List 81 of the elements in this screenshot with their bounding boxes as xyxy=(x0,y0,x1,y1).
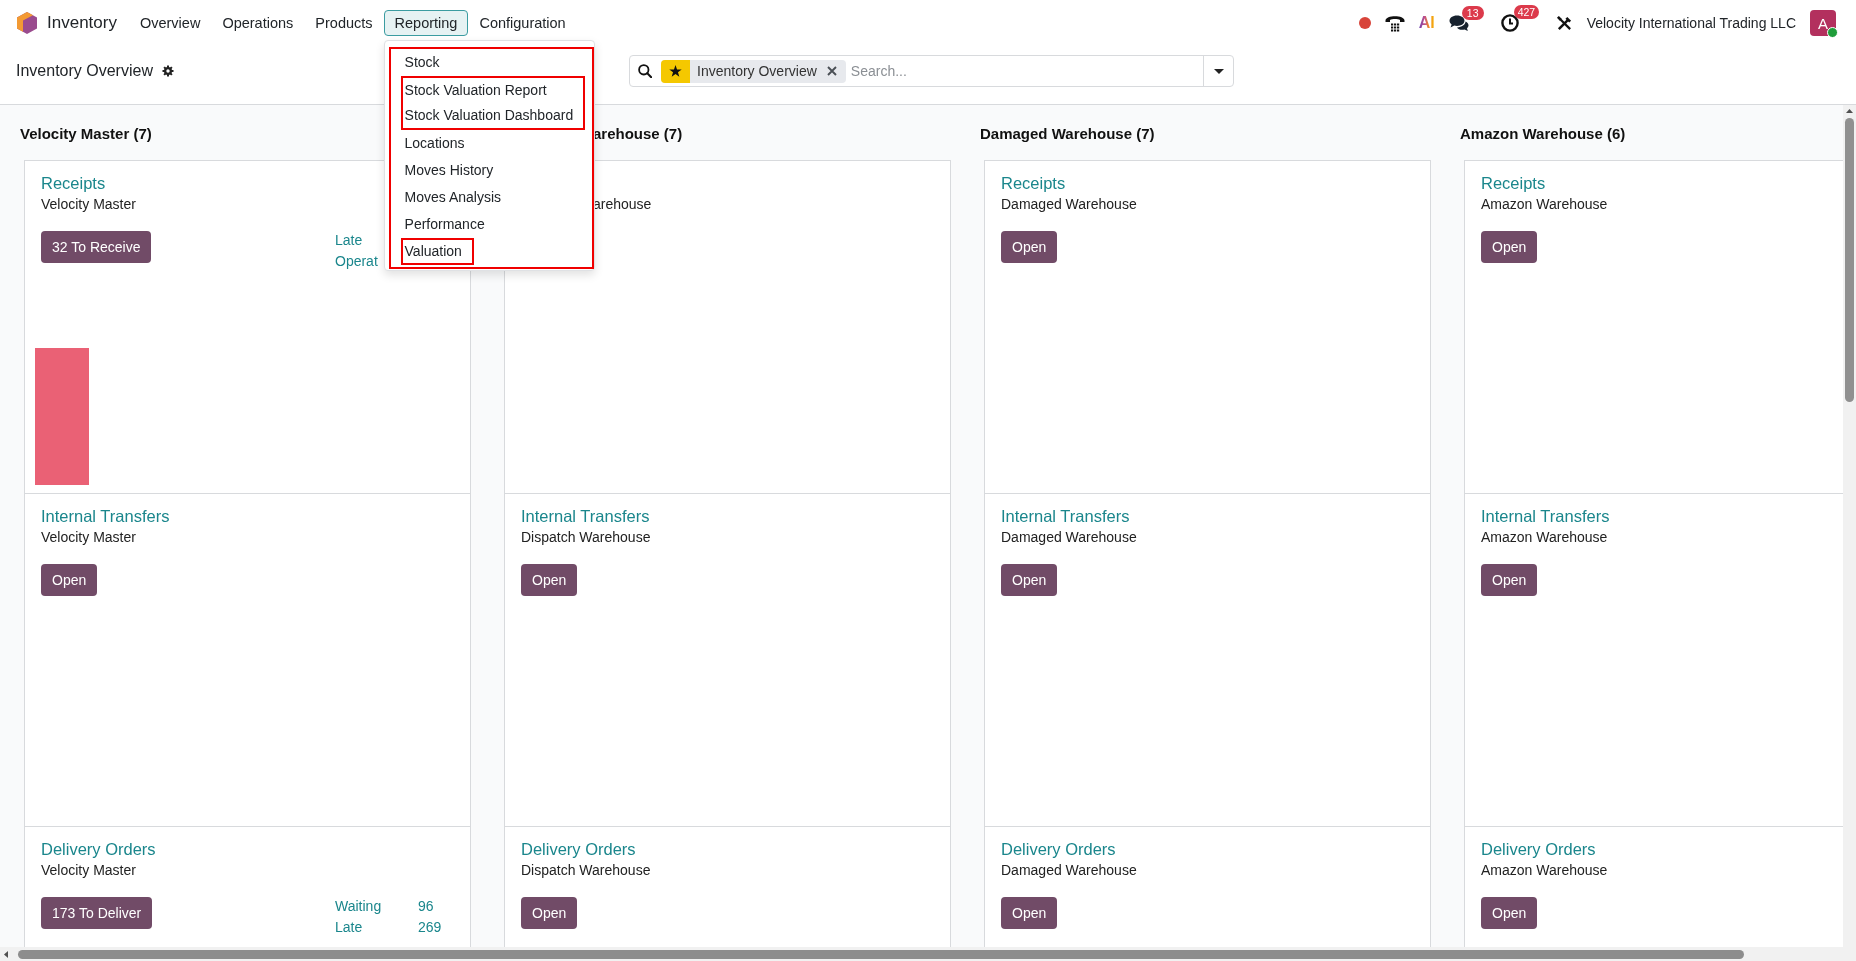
search-input[interactable]: Search... xyxy=(845,57,1203,85)
warehouse-name: Damaged Warehouse xyxy=(1001,195,1137,214)
nav-menu-item[interactable]: Configuration xyxy=(468,10,577,36)
operation-type-link[interactable]: Delivery Orders xyxy=(521,838,636,860)
warehouse-name: Amazon Warehouse xyxy=(1481,195,1608,214)
vertical-scrollbar[interactable] xyxy=(1843,105,1856,947)
operation-type-link[interactable]: Receipts xyxy=(1001,172,1066,194)
stat-count[interactable]: 96 xyxy=(418,896,454,917)
action-button[interactable]: Open xyxy=(1481,564,1538,596)
chat-icon[interactable] xyxy=(1448,14,1469,32)
stat-link[interactable]: Late xyxy=(335,917,418,938)
user-avatar[interactable]: A xyxy=(1810,10,1836,36)
scroll-up-icon[interactable] xyxy=(1846,109,1853,113)
warehouse-name: Velocity Master xyxy=(41,861,136,880)
warehouse-name: Dispatch Warehouse xyxy=(521,861,651,880)
action-button[interactable]: Open xyxy=(1001,564,1058,596)
dot-icon[interactable] xyxy=(1358,17,1371,29)
dropdown-item[interactable]: Stock Valuation Report xyxy=(404,78,574,103)
operation-type-link[interactable]: Delivery Orders xyxy=(41,838,156,860)
phone-icon[interactable] xyxy=(1384,14,1405,32)
action-button[interactable]: Open xyxy=(521,897,578,929)
stat-link[interactable]: Waiting xyxy=(335,896,418,917)
dropdown-item[interactable]: Stock xyxy=(390,49,592,76)
close-icon[interactable] xyxy=(826,66,837,76)
warehouse-name: Amazon Warehouse xyxy=(1481,861,1608,880)
page-title[interactable]: Inventory Overview xyxy=(16,62,153,80)
gear-icon[interactable] xyxy=(161,65,174,77)
company-name[interactable]: Velocity International Trading LLC xyxy=(1586,15,1796,31)
app-name[interactable]: Inventory xyxy=(47,13,117,33)
warehouse-name: Damaged Warehouse xyxy=(1001,861,1137,880)
dropdown-item[interactable]: Performance xyxy=(390,211,592,238)
operation-type-link[interactable]: Internal Transfers xyxy=(41,505,170,527)
caret-icon xyxy=(1213,68,1224,74)
action-button[interactable]: Open xyxy=(1001,231,1058,263)
action-button[interactable]: Open xyxy=(1481,231,1538,263)
warehouse-name: arehouse xyxy=(593,195,652,214)
search-icon[interactable] xyxy=(638,64,652,78)
notification-badge: 13 xyxy=(1461,5,1484,20)
operation-type-link[interactable]: Internal Transfers xyxy=(1001,505,1130,527)
operation-type-link[interactable]: Internal Transfers xyxy=(521,505,650,527)
operation-type-link[interactable]: Receipts xyxy=(41,172,106,194)
column-title: arehouse (7) xyxy=(593,124,683,144)
warehouse-name: Velocity Master xyxy=(41,195,136,214)
dropdown-item[interactable]: Stock Valuation Dashboard xyxy=(404,103,574,128)
operation-type-link[interactable]: Delivery Orders xyxy=(1481,838,1596,860)
scroll-left-icon[interactable] xyxy=(4,950,8,958)
nav-menu-item[interactable]: Operations xyxy=(211,10,305,36)
horizontal-scrollbar[interactable] xyxy=(0,947,1856,961)
warehouse-name: Amazon Warehouse xyxy=(1481,528,1608,547)
column-title: Amazon Warehouse (6) xyxy=(1460,124,1626,144)
action-button[interactable]: Open xyxy=(1481,897,1538,929)
warehouse-name: Velocity Master xyxy=(41,528,136,547)
search-bar[interactable]: Inventory Overview Search... xyxy=(629,55,1234,87)
dropdown-item[interactable]: Valuation xyxy=(404,240,462,263)
dropdown-item[interactable]: Moves History xyxy=(390,157,592,184)
search-facet[interactable]: Inventory Overview xyxy=(661,59,846,83)
column-title: Velocity Master (7) xyxy=(20,124,152,144)
warehouse-name: Damaged Warehouse xyxy=(1001,528,1137,547)
scrollbar-thumb[interactable] xyxy=(1845,118,1854,402)
operation-type-link[interactable]: Internal Transfers xyxy=(1481,505,1610,527)
tools-icon[interactable] xyxy=(1555,14,1573,32)
nav-menu-item[interactable]: Reporting xyxy=(383,10,469,36)
clock-icon[interactable] xyxy=(1500,14,1519,32)
action-button[interactable]: 173 To Deliver xyxy=(41,897,153,929)
operation-type-link[interactable]: Delivery Orders xyxy=(1001,838,1116,860)
app-logo-icon[interactable] xyxy=(17,12,37,34)
facet-label: Inventory Overview xyxy=(696,63,817,79)
warehouse-name: Dispatch Warehouse xyxy=(521,528,651,547)
dropdown-item[interactable]: Locations xyxy=(390,130,592,157)
nav-menu-item[interactable]: Overview xyxy=(128,10,212,36)
nav-menu-item[interactable]: Products xyxy=(304,10,384,36)
action-button[interactable]: Open xyxy=(521,564,578,596)
column-title: Damaged Warehouse (7) xyxy=(980,124,1155,144)
stat-count[interactable]: 269 xyxy=(418,917,454,938)
notification-badge: 427 xyxy=(1513,5,1540,19)
operation-type-link[interactable]: Receipts xyxy=(1481,172,1546,194)
action-button[interactable]: 32 To Receive xyxy=(41,231,152,263)
scrollbar-thumb[interactable] xyxy=(18,949,1744,959)
action-button[interactable]: Open xyxy=(1001,897,1058,929)
dropdown-item[interactable]: Moves Analysis xyxy=(390,184,592,211)
action-button[interactable]: Open xyxy=(41,564,98,596)
